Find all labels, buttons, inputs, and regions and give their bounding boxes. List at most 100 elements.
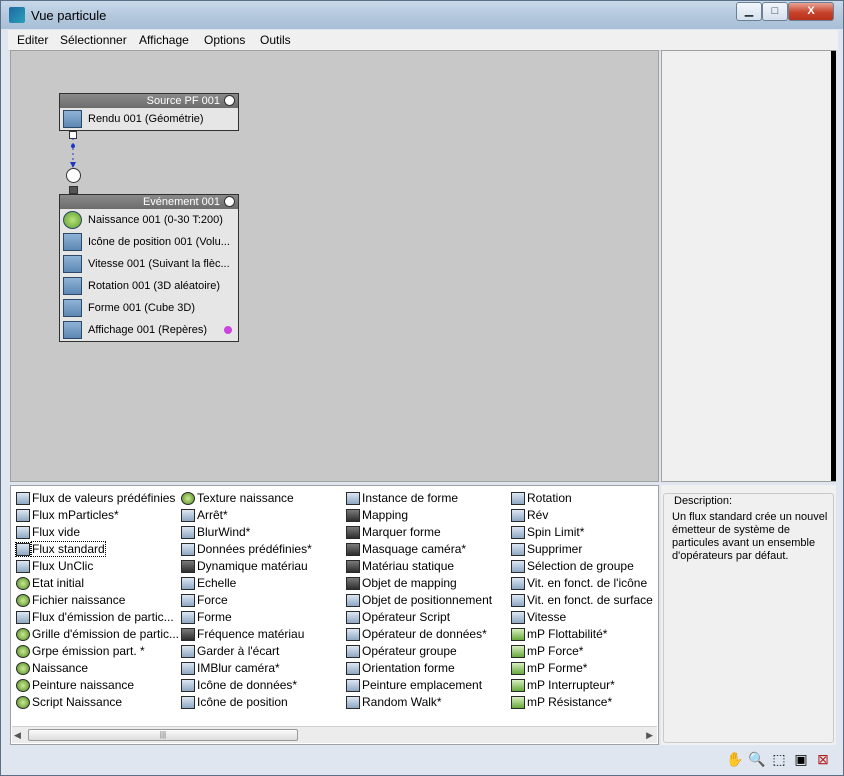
depot-item[interactable]: Script Naissance: [14, 694, 179, 711]
menu-editer[interactable]: Editer: [17, 33, 48, 47]
depot-item[interactable]: Force: [179, 592, 312, 609]
depot-item[interactable]: Opérateur groupe: [344, 643, 492, 660]
depot-item[interactable]: Rotation: [509, 490, 653, 507]
depot-item[interactable]: Supprimer: [509, 541, 653, 558]
operator-birth[interactable]: Naissance 001 (0-30 T:200): [60, 209, 238, 231]
depot-item[interactable]: Icône de position: [179, 694, 312, 711]
depot-item[interactable]: Icône de données*: [179, 677, 312, 694]
event-display[interactable]: Source PF 001 Rendu 001 (Géométrie) Evén…: [10, 50, 659, 482]
scroll-thumb[interactable]: |||: [28, 729, 298, 741]
no-zoom-icon[interactable]: ⊠: [814, 751, 832, 768]
depot-horizontal-scrollbar[interactable]: ◀ ||| ▶: [12, 726, 657, 743]
pan-icon[interactable]: ✋: [726, 751, 744, 768]
input-socket[interactable]: [66, 168, 81, 183]
parameters-scrollbar[interactable]: [831, 51, 836, 481]
depot-item[interactable]: Vitesse: [509, 609, 653, 626]
depot-panel[interactable]: Flux de valeurs prédéfinies Flux mParticl…: [10, 485, 659, 745]
depot-item[interactable]: Opérateur Script: [344, 609, 492, 626]
depot-item[interactable]: Dynamique matériau: [179, 558, 312, 575]
depot-item-label: Flux mParticles*: [32, 508, 119, 522]
depot-item[interactable]: mP Interrupteur*: [509, 677, 653, 694]
depot-item[interactable]: Sélection de groupe: [509, 558, 653, 575]
depot-item[interactable]: Objet de mapping: [344, 575, 492, 592]
depot-item[interactable]: Flux UnClic: [14, 558, 179, 575]
depot-item[interactable]: Peinture naissance: [14, 677, 179, 694]
menu-selectionner[interactable]: Sélectionner: [60, 33, 127, 47]
depot-item[interactable]: Mapping: [344, 507, 492, 524]
depot-item-label: Masquage caméra*: [362, 542, 467, 556]
menu-outils[interactable]: Outils: [260, 33, 291, 47]
depot-item[interactable]: Objet de positionnement: [344, 592, 492, 609]
depot-item[interactable]: Garder à l'écart: [179, 643, 312, 660]
lightbulb-icon[interactable]: [224, 95, 235, 106]
operator-icon: [181, 560, 195, 573]
depot-item[interactable]: Matériau statique: [344, 558, 492, 575]
maximize-button[interactable]: □: [762, 2, 788, 21]
depot-item[interactable]: mP Force*: [509, 643, 653, 660]
menu-options[interactable]: Options: [204, 33, 245, 47]
depot-item[interactable]: Grpe émission part. *: [14, 643, 179, 660]
depot-item[interactable]: Opérateur de données*: [344, 626, 492, 643]
depot-item[interactable]: Arrêt*: [179, 507, 312, 524]
source-node[interactable]: Source PF 001 Rendu 001 (Géométrie): [59, 93, 239, 131]
depot-item[interactable]: Masquage caméra*: [344, 541, 492, 558]
event-node[interactable]: Evénement 001 Naissance 001 (0-30 T:200)…: [59, 194, 239, 342]
depot-item[interactable]: Marquer forme: [344, 524, 492, 541]
depot-item[interactable]: Orientation forme: [344, 660, 492, 677]
lightbulb-icon[interactable]: [224, 196, 235, 207]
depot-item[interactable]: mP Flottabilité*: [509, 626, 653, 643]
depot-item[interactable]: Forme: [179, 609, 312, 626]
depot-item[interactable]: Random Walk*: [344, 694, 492, 711]
scroll-left-arrow-icon[interactable]: ◀: [14, 730, 21, 741]
event-node-header[interactable]: Evénement 001: [60, 195, 238, 209]
depot-item[interactable]: Texture naissance: [179, 490, 312, 507]
depot-item[interactable]: Grille d'émission de partic...: [14, 626, 179, 643]
depot-item[interactable]: Flux vide: [14, 524, 179, 541]
depot-item[interactable]: mP Forme*: [509, 660, 653, 677]
event-input-port[interactable]: [69, 186, 78, 194]
depot-item[interactable]: Vit. en fonct. de surface: [509, 592, 653, 609]
operator-render[interactable]: Rendu 001 (Géométrie): [60, 108, 238, 130]
menu-bar: Editer Sélectionner Affichage Options Ou…: [8, 30, 838, 51]
depot-item[interactable]: mP Résistance*: [509, 694, 653, 711]
depot-item[interactable]: Flux de valeurs prédéfinies: [14, 490, 179, 507]
title-bar[interactable]: Vue particule ▁ □ X: [1, 1, 843, 29]
scroll-right-arrow-icon[interactable]: ▶: [646, 730, 653, 741]
description-text: Un flux standard crée un nouvel émetteur…: [672, 511, 828, 562]
operator-position-icon[interactable]: Icône de position 001 (Volu...: [60, 231, 238, 253]
zoom-extents-icon[interactable]: ▣: [792, 751, 810, 768]
depot-item[interactable]: Fichier naissance: [14, 592, 179, 609]
operator-display[interactable]: Affichage 001 (Repères): [60, 319, 238, 341]
depot-item[interactable]: Flux d'émission de partic...: [14, 609, 179, 626]
zoom-icon[interactable]: 🔍: [748, 751, 766, 768]
depot-item[interactable]: BlurWind*: [179, 524, 312, 541]
menu-affichage[interactable]: Affichage: [139, 33, 189, 47]
depot-item[interactable]: Spin Limit*: [509, 524, 653, 541]
depot-item[interactable]: Flux mParticles*: [14, 507, 179, 524]
parameters-panel[interactable]: [661, 50, 836, 482]
depot-item[interactable]: Peinture emplacement: [344, 677, 492, 694]
operator-icon: [511, 662, 525, 675]
operator-rotation[interactable]: Rotation 001 (3D aléatoire): [60, 275, 238, 297]
depot-item-label: Orientation forme: [362, 661, 455, 675]
depot-item[interactable]: Instance de forme: [344, 490, 492, 507]
operator-icon: [346, 492, 360, 505]
close-button[interactable]: X: [788, 2, 834, 21]
depot-item-label: Dynamique matériau: [197, 559, 308, 573]
depot-column-1: Flux de valeurs prédéfinies Flux mParticl…: [14, 490, 179, 711]
operator-shape[interactable]: Forme 001 (Cube 3D): [60, 297, 238, 319]
depot-item[interactable]: Fréquence matériau: [179, 626, 312, 643]
depot-item[interactable]: IMBlur caméra*: [179, 660, 312, 677]
depot-item[interactable]: Naissance: [14, 660, 179, 677]
source-node-header[interactable]: Source PF 001: [60, 94, 238, 108]
operator-speed[interactable]: Vitesse 001 (Suivant la flèc...: [60, 253, 238, 275]
depot-item[interactable]: Données prédéfinies*: [179, 541, 312, 558]
minimize-button[interactable]: ▁: [736, 2, 762, 21]
depot-item[interactable]: Flux standard: [14, 541, 179, 558]
depot-item[interactable]: Vit. en fonct. de l'icône: [509, 575, 653, 592]
depot-item[interactable]: Echelle: [179, 575, 312, 592]
depot-item[interactable]: Etat initial: [14, 575, 179, 592]
depot-item[interactable]: Rév: [509, 507, 653, 524]
display-color-swatch[interactable]: [224, 326, 232, 334]
zoom-region-icon[interactable]: ⬚: [770, 751, 788, 768]
